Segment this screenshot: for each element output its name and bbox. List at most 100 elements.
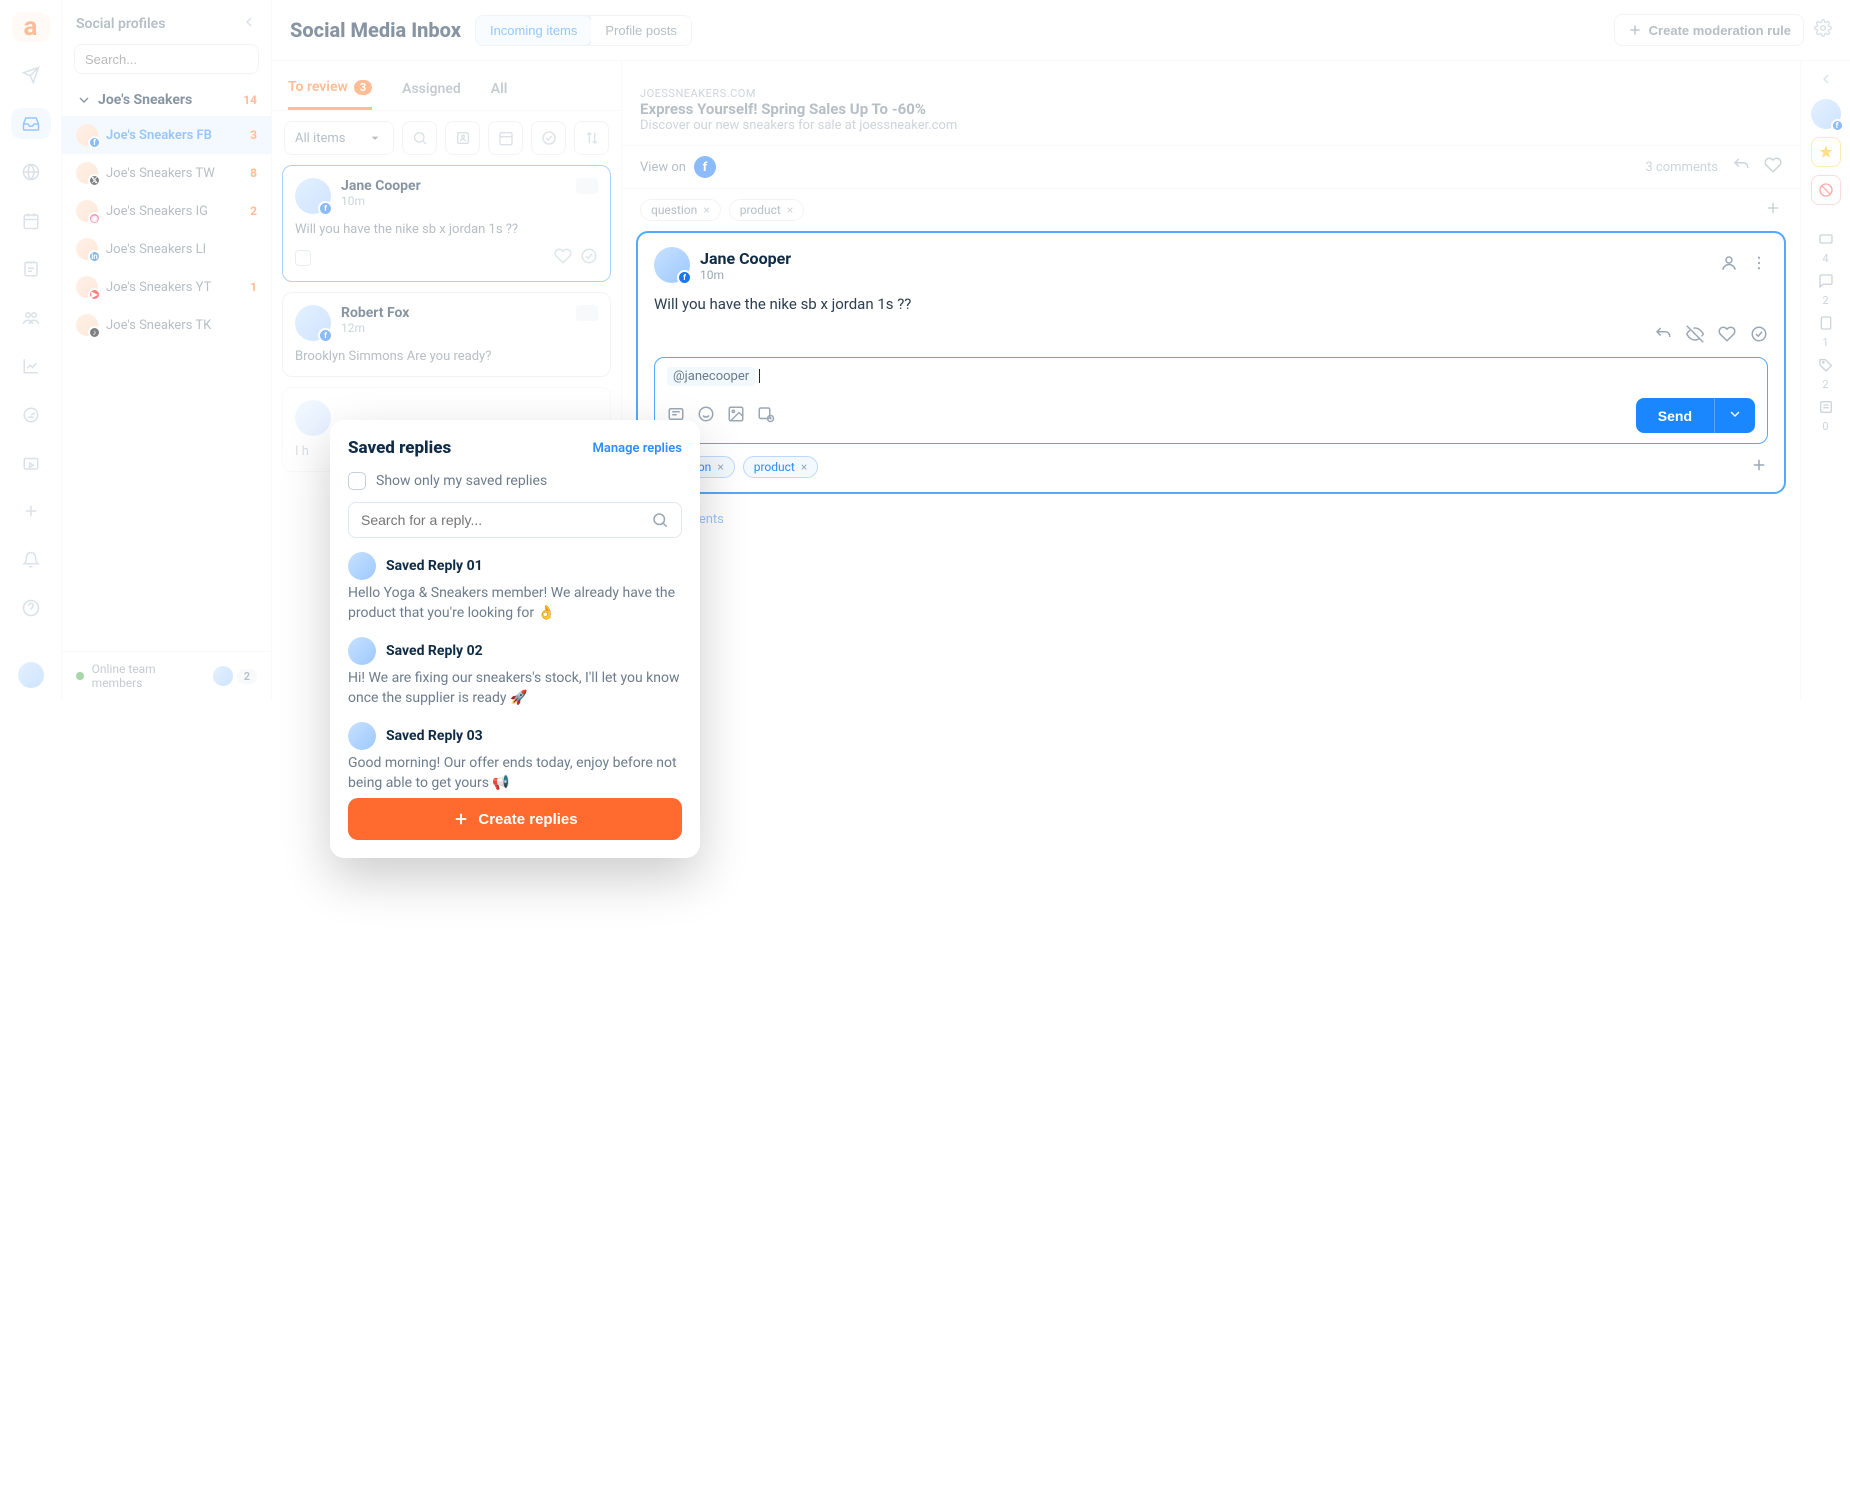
tag-remove-icon[interactable]: × [801, 460, 807, 474]
nav-add-icon[interactable] [11, 496, 51, 526]
online-dot-icon [76, 672, 84, 680]
comments-count: 3 comments [1645, 160, 1718, 175]
filter-contact-icon[interactable] [445, 121, 480, 155]
tag-question[interactable]: question× [640, 199, 721, 221]
profile-item-tk[interactable]: ♪ Joe's Sneakers TK [62, 306, 271, 344]
nav-help-icon[interactable] [11, 593, 51, 623]
heart-icon[interactable] [1764, 156, 1782, 178]
hide-icon[interactable] [1686, 325, 1704, 347]
tab-all[interactable]: All [491, 71, 508, 110]
saved-reply-item[interactable]: Saved Reply 03 Good morning! Our offer e… [348, 722, 682, 792]
filter-select[interactable]: All items [284, 121, 394, 155]
group-count: 14 [243, 93, 257, 107]
star-icon[interactable] [1811, 137, 1841, 167]
reply-search[interactable] [348, 502, 682, 538]
more-icon[interactable] [1750, 254, 1768, 276]
nav-bell-icon[interactable] [11, 545, 51, 575]
emoji-icon[interactable] [697, 405, 715, 427]
heart-icon[interactable] [1718, 325, 1736, 347]
seg-profile-posts[interactable]: Profile posts [591, 16, 691, 45]
app-logo: a [12, 12, 50, 42]
reply-icon[interactable] [1654, 325, 1672, 347]
profile-group[interactable]: Joe's Sneakers 14 [62, 84, 271, 116]
reply-avatar [348, 637, 376, 665]
reply-search-input[interactable] [361, 512, 651, 528]
tab-assigned[interactable]: Assigned [402, 71, 461, 110]
attachment-icon [576, 305, 598, 321]
topbar: Social Media Inbox Incoming items Profil… [272, 0, 1850, 61]
nav-dashboard-icon[interactable] [11, 399, 51, 429]
tag-remove-icon[interactable]: × [787, 203, 793, 217]
online-footer: Online team members 2 [62, 651, 271, 700]
show-only-row[interactable]: Show only my saved replies [348, 472, 682, 490]
filter-check-icon[interactable] [531, 121, 566, 155]
send-more-button[interactable] [1714, 398, 1755, 433]
seg-incoming[interactable]: Incoming items [475, 15, 592, 46]
filter-sort-icon[interactable] [574, 121, 609, 155]
nav-globe-icon[interactable] [11, 157, 51, 187]
image-icon[interactable] [727, 405, 745, 427]
manage-replies-link[interactable]: Manage replies [592, 441, 682, 456]
create-replies-button[interactable]: Create replies [348, 798, 682, 840]
nav-calendar-icon[interactable] [11, 205, 51, 235]
rr-list-icon[interactable] [1818, 399, 1834, 418]
view-on-row: View on f 3 comments [622, 146, 1800, 189]
nav-notes-icon[interactable] [11, 254, 51, 284]
tag-product[interactable]: product× [743, 456, 819, 478]
check-circle-icon[interactable] [1750, 325, 1768, 347]
nav-inbox-icon[interactable] [11, 108, 51, 138]
send-button[interactable]: Send [1636, 398, 1714, 433]
nav-analytics-icon[interactable] [11, 351, 51, 381]
tag-remove-icon[interactable]: × [703, 203, 709, 217]
saved-reply-item[interactable]: Saved Reply 02 Hi! We are fixing our sne… [348, 637, 682, 708]
msg-checkbox[interactable] [295, 250, 311, 266]
nav-send-icon[interactable] [11, 60, 51, 90]
popover-title: Saved replies [348, 438, 451, 458]
nav-user-avatar[interactable] [11, 660, 51, 690]
message-card[interactable]: f Jane Cooper 10m Will you have the nike… [282, 165, 611, 282]
message-card[interactable]: f Robert Fox 12m Brooklyn Simmons Are yo… [282, 292, 611, 377]
profile-item-ig[interactable]: ◉ Joe's Sneakers IG 2 [62, 192, 271, 230]
add-tag-icon[interactable] [1764, 199, 1782, 221]
right-rail: f 4 2 1 2 0 [1800, 61, 1850, 700]
check-circle-icon[interactable] [580, 247, 598, 269]
tag-product[interactable]: product× [729, 199, 805, 221]
nav-team-icon[interactable] [11, 302, 51, 332]
profile-item-li[interactable]: in Joe's Sneakers LI [62, 230, 271, 268]
settings-gear-icon[interactable] [1814, 19, 1832, 41]
rr-tag-icon[interactable] [1818, 357, 1834, 376]
reply-box[interactable]: @janecooper Send [654, 357, 1768, 444]
collapse-icon[interactable] [241, 14, 257, 34]
page-title: Social Media Inbox [290, 18, 461, 42]
rr-note-icon[interactable] [1818, 315, 1834, 334]
schedule-icon[interactable] [757, 405, 775, 427]
online-avatar [213, 666, 233, 686]
user-icon[interactable] [1720, 254, 1738, 276]
profile-item-yt[interactable]: ▶ Joe's Sneakers YT 1 [62, 268, 271, 306]
profiles-panel: Social profiles Joe's Sneakers 14 f Joe'… [62, 0, 272, 700]
app-root: a Social profiles Joe's Sneakers 14 f [0, 0, 1850, 700]
rr-collapse-icon[interactable] [1818, 71, 1834, 91]
heart-icon[interactable] [554, 247, 572, 269]
rr-user-avatar[interactable]: f [1811, 99, 1841, 129]
post-preview: JOESSNEAKERS.COM Express Yourself! Sprin… [622, 61, 1800, 146]
profile-item-tw[interactable]: 𝕏 Joe's Sneakers TW 8 [62, 154, 271, 192]
tag-remove-icon[interactable]: × [717, 460, 723, 474]
filter-search-icon[interactable] [402, 121, 437, 155]
rr-chat-icon[interactable] [1818, 273, 1834, 292]
filter-date-icon[interactable] [488, 121, 523, 155]
ban-icon[interactable] [1811, 175, 1841, 205]
show-only-checkbox[interactable] [348, 472, 366, 490]
reply-icon[interactable] [1732, 156, 1750, 178]
profiles-search-input[interactable] [85, 52, 261, 67]
add-tag-icon[interactable] [1750, 456, 1768, 478]
saved-reply-item[interactable]: Saved Reply 01 Hello Yoga & Sneakers mem… [348, 552, 682, 623]
facebook-icon[interactable]: f [694, 156, 716, 178]
more-comments-link[interactable]: ore comments [622, 504, 1800, 535]
profiles-search[interactable] [74, 44, 259, 74]
create-rule-button[interactable]: Create moderation rule [1614, 14, 1804, 46]
profile-item-fb[interactable]: f Joe's Sneakers FB 3 [62, 116, 271, 154]
rr-card-icon[interactable] [1818, 231, 1834, 250]
nav-library-icon[interactable] [11, 448, 51, 478]
tab-to-review[interactable]: To review3 [288, 71, 372, 110]
